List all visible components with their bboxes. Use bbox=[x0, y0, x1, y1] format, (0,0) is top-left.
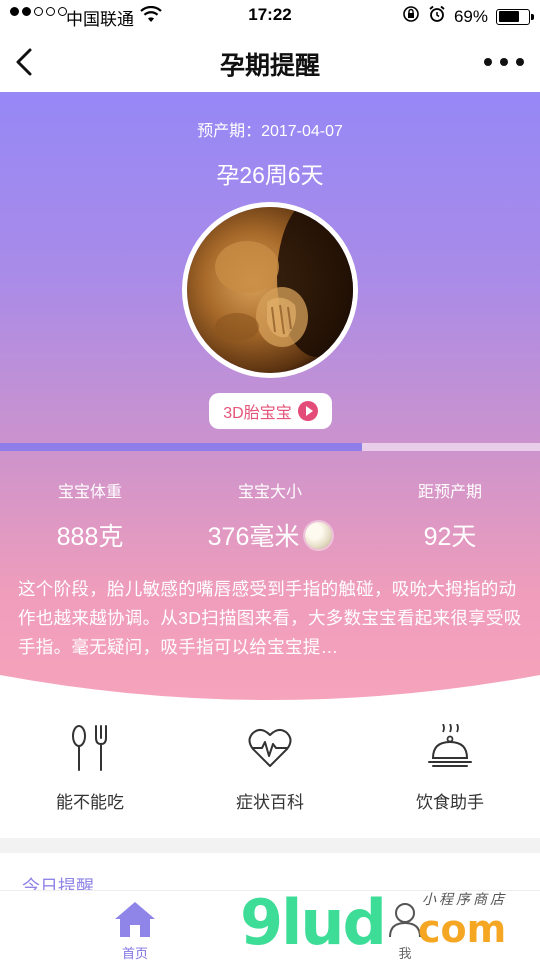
home-icon bbox=[115, 902, 155, 937]
tab-home-label: 首页 bbox=[121, 946, 148, 960]
tools-grid: 能不能吃 症状百科 饮食助手 bbox=[0, 702, 540, 838]
baby-3d-image[interactable] bbox=[182, 202, 358, 378]
alarm-icon bbox=[428, 5, 446, 28]
tab-me-label: 我 bbox=[398, 946, 412, 960]
today-reminder-section: 今日提醒 bbox=[0, 853, 540, 897]
tool-can-eat-label: 能不能吃 bbox=[56, 793, 124, 812]
tool-diet-assistant[interactable]: 饮食助手 bbox=[360, 702, 540, 838]
user-icon bbox=[389, 903, 421, 938]
view-3d-baby-button[interactable]: 3D胎宝宝 bbox=[209, 393, 332, 429]
stat-days-value: 92天 bbox=[423, 523, 477, 551]
rotation-lock-icon bbox=[402, 5, 420, 28]
stat-weight-value: 888克 bbox=[56, 523, 124, 551]
battery-icon bbox=[496, 8, 534, 25]
tool-symptoms-label: 症状百科 bbox=[236, 793, 304, 812]
heartbeat-icon bbox=[248, 729, 292, 767]
tab-home[interactable]: 首页 bbox=[75, 891, 195, 960]
tab-bar: 首页 我 bbox=[0, 890, 540, 960]
battery-percent: 69% bbox=[453, 6, 488, 26]
tool-diet-assistant-label: 饮食助手 bbox=[416, 793, 484, 812]
stat-size-container: 376毫米 bbox=[180, 517, 360, 553]
play-icon bbox=[297, 401, 318, 421]
gestational-age: 孕26周6天 bbox=[216, 162, 324, 188]
pregnancy-progress-bar bbox=[0, 443, 540, 451]
more-dots-icon bbox=[484, 58, 492, 66]
back-button[interactable] bbox=[10, 44, 46, 80]
stat-size-value: 376毫米 bbox=[207, 523, 300, 551]
stat-days-label: 距预产期 bbox=[417, 484, 482, 501]
more-options-button[interactable] bbox=[484, 50, 524, 74]
utensils-icon bbox=[72, 725, 107, 771]
due-date: 预产期：2017-04-07 bbox=[197, 123, 343, 140]
stat-size-label: 宝宝大小 bbox=[237, 484, 302, 501]
pregnancy-progress-fill bbox=[0, 443, 362, 451]
food-cloche-icon bbox=[428, 724, 472, 767]
view-3d-label: 3D胎宝宝 bbox=[223, 405, 292, 422]
tool-symptoms[interactable]: 症状百科 bbox=[180, 702, 360, 838]
chevron-left-icon bbox=[16, 48, 32, 76]
tab-me[interactable]: 我 bbox=[345, 891, 465, 960]
cauliflower-icon bbox=[305, 521, 333, 549]
status-bar: 中国联通 17:22 69% bbox=[0, 0, 540, 32]
tool-can-eat[interactable]: 能不能吃 bbox=[0, 702, 180, 838]
stat-weight-label: 宝宝体重 bbox=[57, 484, 122, 501]
nav-bar: 孕期提醒 bbox=[0, 32, 540, 92]
baby-development-description[interactable]: 这个阶段，胎儿敏感的嘴唇感受到手指的触碰，吸吮大拇指的动作也越来越协调。从3D扫… bbox=[18, 575, 524, 662]
page-title: 孕期提醒 bbox=[219, 52, 320, 80]
